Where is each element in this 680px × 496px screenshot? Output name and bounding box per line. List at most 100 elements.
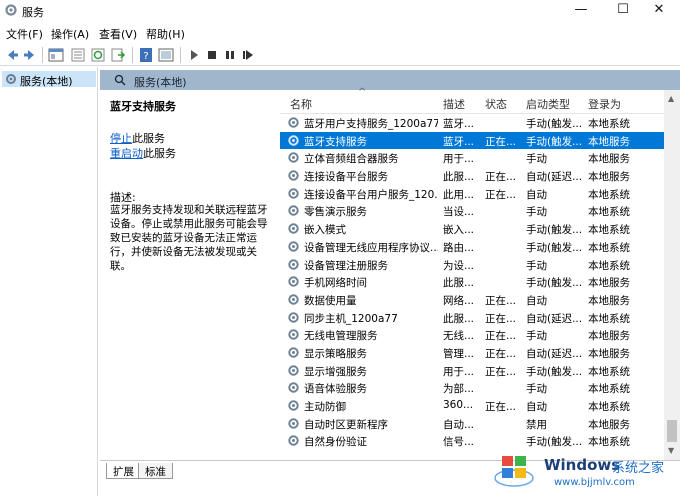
table-row[interactable]: 蓝牙支持服务 蓝牙... 正在... 手动(触发... 本地服务 <box>280 131 664 150</box>
table-row[interactable]: 无线电管理服务 无线... 正在... 手动 本地服务 <box>280 326 664 344</box>
table-row[interactable]: 同步主机_1200a77 此服... 正在... 自动(延迟... 本地系统 <box>280 309 664 327</box>
service-startup-type: 手动 <box>526 206 547 219</box>
tree-item-label: 服务(本地) <box>20 75 73 88</box>
table-row[interactable]: 主动防御 360... 正在... 自动 本地系统 <box>280 397 664 415</box>
tab-standard[interactable]: 标准 <box>138 463 173 479</box>
service-name: 显示策略服务 <box>304 347 367 360</box>
service-gear-icon <box>288 134 299 146</box>
view-icon[interactable] <box>158 47 174 63</box>
service-description: 用于... <box>443 153 475 166</box>
close-button[interactable]: ✕ <box>638 0 680 22</box>
table-row[interactable]: 蓝牙用户支持服务_1200a77 蓝牙... 手动(触发... 本地系统 <box>280 114 664 132</box>
table-row[interactable]: 零售演示服务 当设... 手动 本地系统 <box>280 202 664 220</box>
service-startup-type: 手动 <box>526 153 547 166</box>
table-row[interactable]: 自然身份验证 信号... 手动(触发... 本地系统 <box>280 432 664 450</box>
table-row[interactable]: 显示增强服务 用于... 正在... 手动(触发... 本地系统 <box>280 362 664 380</box>
column-header-description[interactable]: 描述 <box>443 96 465 112</box>
column-header-status[interactable]: 状态 <box>485 96 507 112</box>
service-description: 路由... <box>443 241 475 254</box>
table-row[interactable]: 立体音频组合器服务 用于... 手动 本地服务 <box>280 149 664 167</box>
vertical-scrollbar[interactable]: ▲ ▼ <box>664 90 680 460</box>
service-description: 管理... <box>443 347 475 360</box>
service-logon-as: 本地服务 <box>588 153 630 166</box>
table-row[interactable]: 自动时区更新程序 自动... 禁用 本地服务 <box>280 415 664 433</box>
service-name: 蓝牙用户支持服务_1200a77 <box>304 118 438 130</box>
service-gear-icon <box>288 117 299 128</box>
service-name: 自然身份验证 <box>304 436 367 449</box>
service-startup-type: 手动(触发... <box>526 436 582 449</box>
refresh-icon[interactable] <box>90 47 106 63</box>
service-gear-icon <box>288 382 299 394</box>
column-header-name[interactable]: 名称 <box>290 96 312 112</box>
restart-icon[interactable] <box>240 47 256 63</box>
service-startup-type: 手动(触发... <box>526 277 582 290</box>
service-gear-icon <box>288 188 299 199</box>
console-tree: 服务(本地) <box>0 67 98 496</box>
service-status: 正在... <box>485 294 517 307</box>
table-row[interactable]: 设备管理无线应用程序协议... 路由... 手动(触发... 本地系统 <box>280 238 664 256</box>
scrollbar-thumb[interactable] <box>667 420 677 442</box>
service-name: 无线电管理服务 <box>304 330 378 343</box>
svg-text:?: ? <box>143 51 148 62</box>
stop-icon[interactable] <box>204 47 220 63</box>
restart-service-suffix: 此服务 <box>143 147 176 160</box>
service-gear-icon <box>288 435 299 447</box>
windows-logo-icon <box>494 456 534 487</box>
selected-service-title: 蓝牙支持服务 <box>110 100 176 113</box>
export-icon[interactable] <box>110 47 126 63</box>
table-row[interactable]: 连接设备平台服务 此服... 正在... 自动(延迟... 本地服务 <box>280 167 664 185</box>
table-row[interactable]: 嵌入模式 嵌入... 手动(触发... 本地系统 <box>280 220 664 238</box>
service-logon-as: 本地系统 <box>588 118 630 130</box>
service-name: 设备管理无线应用程序协议... <box>304 241 438 254</box>
tab-extended[interactable]: 扩展 <box>106 463 141 479</box>
forward-icon[interactable] <box>22 47 38 63</box>
table-row[interactable]: 连接设备平台用户服务_120... 此用... 正在... 自动 本地系统 <box>280 185 664 203</box>
tree-item-services-local[interactable]: 服务(本地) <box>2 71 96 88</box>
minimize-button[interactable]: — <box>560 0 602 22</box>
service-description: 网络... <box>443 294 475 307</box>
service-startup-type: 自动 <box>526 401 547 413</box>
menu-help[interactable]: 帮助(H) <box>146 26 185 42</box>
table-row[interactable]: 显示策略服务 管理... 正在... 自动(延迟... 本地服务 <box>280 344 664 362</box>
help-icon[interactable]: ? <box>138 47 154 63</box>
service-status: 正在... <box>485 135 517 148</box>
table-row[interactable]: 语音体验服务 为部... 手动 本地系统 <box>280 379 664 397</box>
services-list: ^ 名称 描述 状态 启动类型 登录为 蓝牙用户支持服务_1200a77 蓝牙..… <box>280 87 680 460</box>
service-name: 连接设备平台服务 <box>304 171 388 184</box>
service-gear-icon <box>288 170 299 181</box>
column-header-startup-type[interactable]: 启动类型 <box>526 96 570 112</box>
column-header-logon-as[interactable]: 登录为 <box>588 96 621 112</box>
start-icon[interactable] <box>186 47 202 63</box>
pause-icon[interactable] <box>222 47 238 63</box>
service-startup-type: 自动 <box>526 188 547 201</box>
service-detail-pane: 蓝牙支持服务 停止此服务 重启动此服务 描述: 蓝牙服务支持发现和关联远程蓝牙设… <box>100 90 278 460</box>
service-description: 自动... <box>443 418 475 431</box>
service-description: 嵌入... <box>443 224 475 237</box>
service-gear-icon <box>288 205 299 217</box>
table-row[interactable]: 数据使用量 网络... 正在... 自动 本地服务 <box>280 291 664 309</box>
service-description: 无线... <box>443 330 475 343</box>
service-logon-as: 本地服务 <box>588 330 630 343</box>
scroll-up-icon[interactable]: ▲ <box>668 94 674 103</box>
service-status: 正在... <box>485 171 517 184</box>
menu-action[interactable]: 操作(A) <box>51 26 89 42</box>
toolbar-separator <box>180 47 181 63</box>
service-status: 正在... <box>485 330 517 343</box>
back-icon[interactable] <box>4 47 20 63</box>
table-row[interactable]: 手机网络时间 此服... 手动(触发... 本地服务 <box>280 273 664 291</box>
menu-bar: 文件(F) 操作(A) 查看(V) 帮助(H) <box>0 24 680 42</box>
console-tree-icon[interactable] <box>48 47 64 63</box>
properties-icon[interactable] <box>70 47 86 63</box>
list-rows: 蓝牙用户支持服务_1200a77 蓝牙... 手动(触发... 本地系统 蓝牙支持服务蓝… <box>280 114 664 460</box>
menu-view[interactable]: 查看(V) <box>99 26 137 42</box>
service-description: 用于... <box>443 365 475 378</box>
service-logon-as: 本地服务 <box>588 277 630 290</box>
service-status: 正在... <box>485 347 517 360</box>
service-status: 正在... <box>485 312 517 325</box>
service-logon-as: 本地服务 <box>588 347 630 360</box>
table-row[interactable]: 设备管理注册服务 为设... 手动 本地系统 <box>280 256 664 274</box>
menu-file[interactable]: 文件(F) <box>6 26 43 42</box>
stop-service-link[interactable]: 停止 <box>110 132 132 145</box>
restart-service-link[interactable]: 重启动 <box>110 147 143 160</box>
toolbar-separator <box>42 47 43 63</box>
